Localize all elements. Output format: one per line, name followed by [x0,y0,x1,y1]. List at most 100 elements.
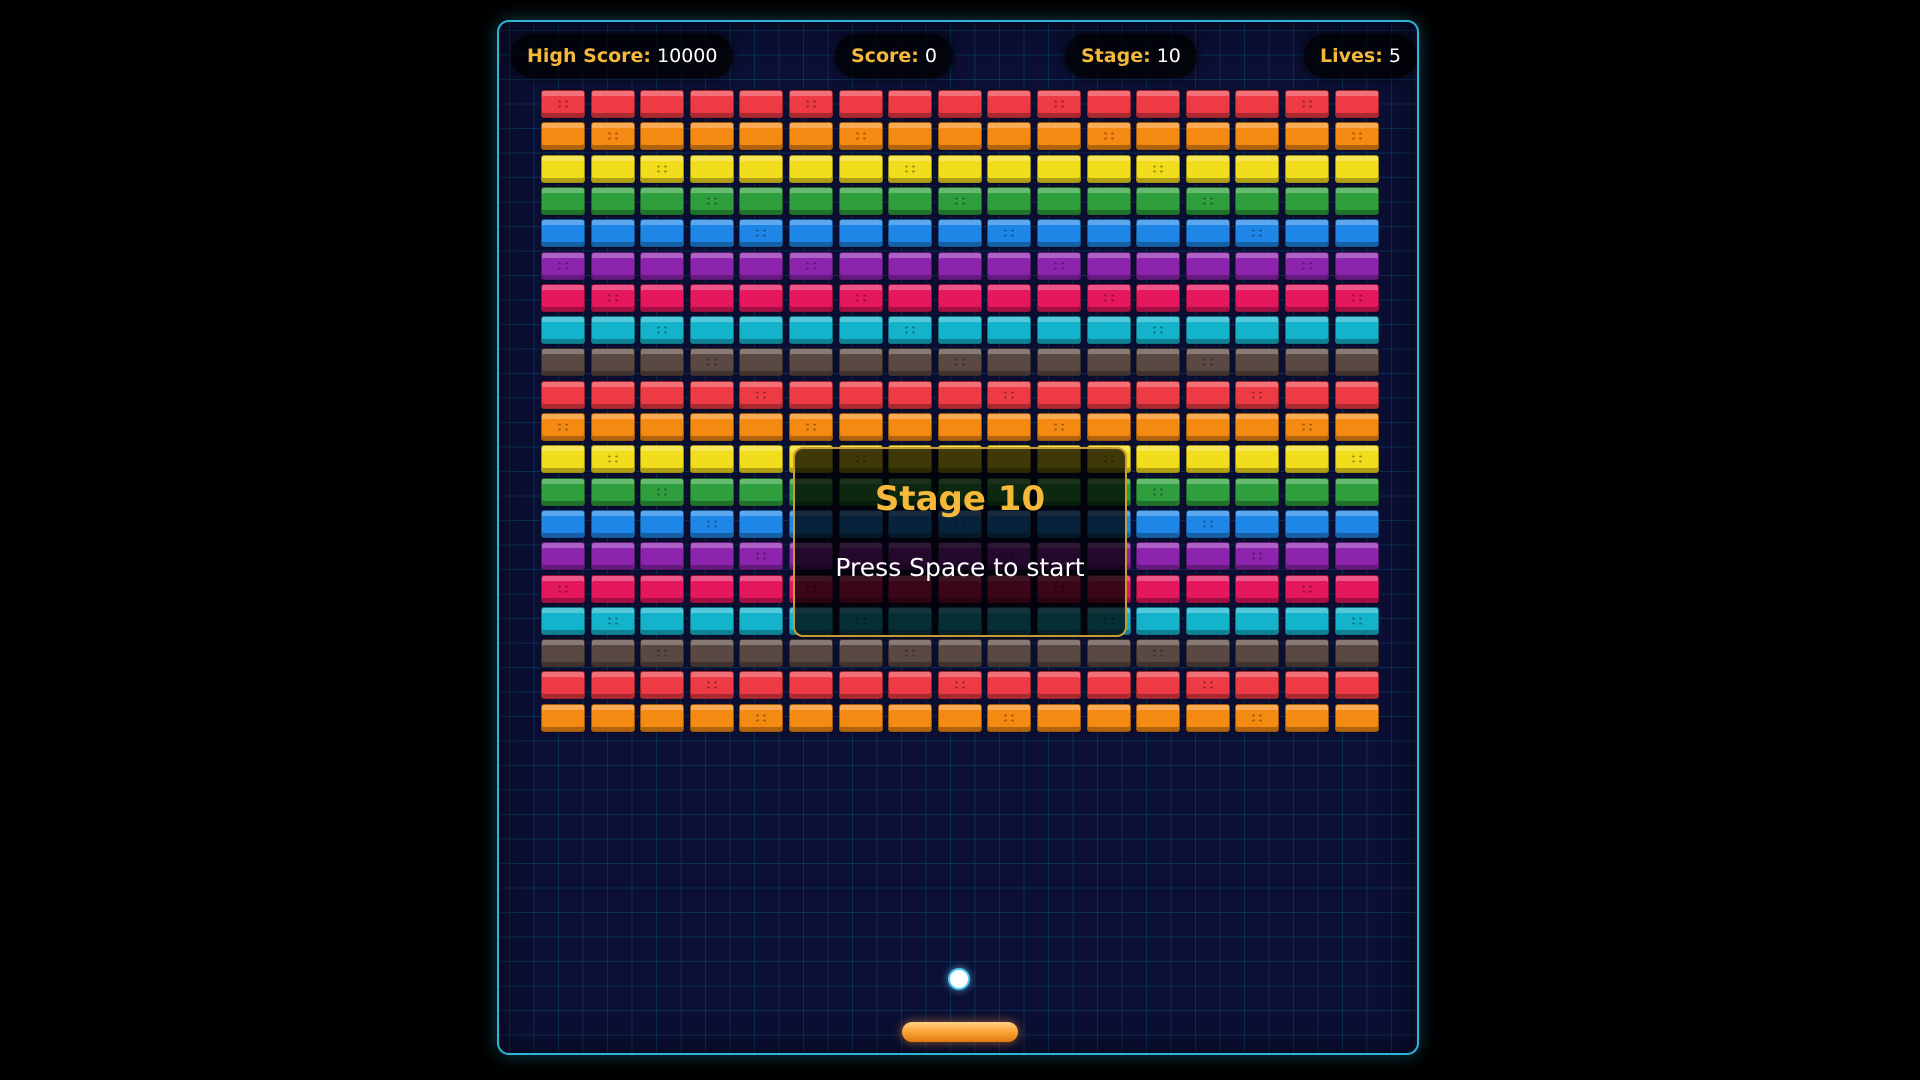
brick [1285,251,1329,280]
brick [1037,639,1081,668]
brick [1136,348,1181,377]
brick [1334,639,1379,668]
brick [937,639,982,668]
brick [1185,251,1230,280]
brick [1285,283,1329,312]
brick [640,251,685,280]
brick [1235,509,1280,538]
brick [987,380,1032,409]
brick [590,671,635,700]
brick [689,703,734,732]
brick [1136,509,1181,538]
brick [1185,542,1230,571]
brick [987,251,1032,280]
brick [1185,154,1230,183]
brick [888,90,933,118]
brick [739,574,784,603]
brick [1185,380,1230,409]
brick [1136,703,1181,732]
brick [689,477,734,506]
brick [689,219,734,248]
brick [541,283,585,312]
brick [541,413,585,441]
brick [1235,477,1280,506]
brick-field [541,90,1379,755]
brick [689,154,734,183]
brick [937,671,982,700]
brick [1136,219,1181,248]
brick [987,671,1032,700]
brick [1037,219,1081,248]
brick [739,703,784,732]
brick [1037,380,1081,409]
brick [1334,348,1379,377]
brick [640,283,685,312]
brick [1136,316,1181,345]
brick [937,413,982,441]
brick [590,154,635,183]
brick [640,574,685,603]
brick [1037,316,1081,345]
stage-display: Stage: 10 [1065,34,1197,78]
brick [1086,122,1131,151]
brick [1136,90,1181,118]
brick [789,122,833,151]
brick [1285,606,1329,635]
brick [987,186,1032,215]
brick [888,122,933,151]
brick [838,219,883,248]
brick [640,671,685,700]
brick [1285,186,1329,215]
brick [838,413,883,441]
brick [1086,639,1131,668]
brick [1037,283,1081,312]
game-board[interactable]: High Score: 10000 Score: 0 Stage: 10 Liv… [497,20,1419,1055]
brick [541,477,585,506]
brick [1185,283,1230,312]
brick [888,639,933,668]
brick [1235,380,1280,409]
brick [1334,477,1379,506]
brick [689,542,734,571]
brick [1235,251,1280,280]
brick [888,413,933,441]
brick [937,348,982,377]
brick [1185,186,1230,215]
brick [689,186,734,215]
brick [1086,90,1131,118]
paddle-icon[interactable] [902,1022,1018,1042]
brick [1235,316,1280,345]
brick [1235,219,1280,248]
brick [838,703,883,732]
lives-display: Lives: 5 [1304,34,1417,78]
brick [689,380,734,409]
brick [689,509,734,538]
brick [1086,283,1131,312]
brick [1285,574,1329,603]
brick [640,413,685,441]
brick [1334,413,1379,441]
brick [1037,348,1081,377]
brick [590,380,635,409]
brick [1037,154,1081,183]
brick [888,671,933,700]
brick [590,703,635,732]
brick [541,251,585,280]
brick [590,219,635,248]
brick [1086,186,1131,215]
brick [541,316,585,345]
brick [541,703,585,732]
brick [590,509,635,538]
brick [1235,122,1280,151]
brick [640,606,685,635]
brick [640,445,685,474]
brick [789,639,833,668]
brick [1285,445,1329,474]
brick [541,219,585,248]
brick [590,413,635,441]
brick [590,283,635,312]
brick [541,639,585,668]
brick [1285,380,1329,409]
brick [1136,574,1181,603]
brick [640,477,685,506]
